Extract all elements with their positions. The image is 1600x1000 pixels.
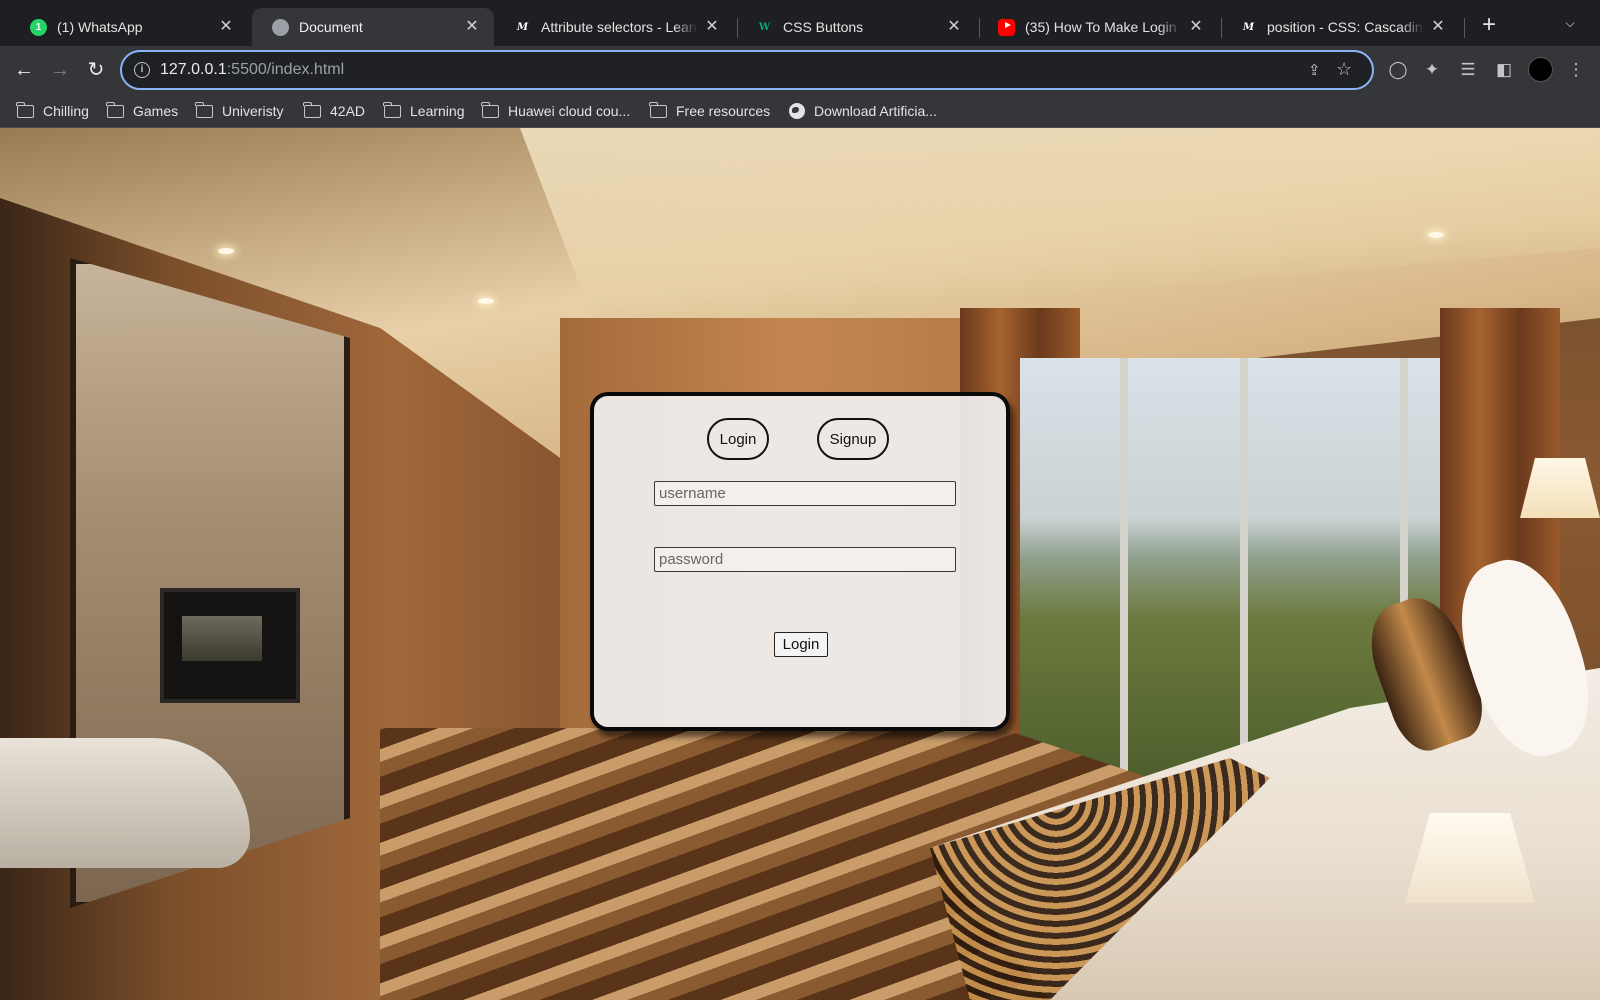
folder-icon [303, 101, 321, 118]
media-queue-icon[interactable]: ☰ [1456, 58, 1480, 82]
tab-separator [1464, 18, 1465, 38]
login-tab-button[interactable]: Login [707, 418, 769, 460]
bookmark-label: Free resources [676, 103, 771, 119]
background-window-frame [1240, 358, 1248, 778]
reload-icon[interactable]: ↻ [82, 56, 110, 84]
tab-attribute-selectors[interactable]: M Attribute selectors - Learn ✕ [494, 8, 734, 46]
bookmark-chilling[interactable]: Chilling [16, 101, 89, 121]
close-icon[interactable]: ✕ [218, 19, 234, 35]
folder-icon [481, 101, 499, 118]
tab-youtube[interactable]: (35) How To Make Login & ✕ [978, 8, 1218, 46]
background-downlight [478, 298, 494, 304]
tab-document[interactable]: Document ✕ [252, 8, 494, 46]
username-input[interactable] [654, 481, 956, 506]
bookmark-label: Games [133, 103, 179, 119]
bookmark-star-icon[interactable]: ☆ [1336, 59, 1352, 80]
bookmark-univeristy[interactable]: Univeristy [195, 101, 284, 121]
address-bar[interactable]: i 127.0.0.1:5500/index.html ⇪ ☆ [120, 50, 1374, 90]
bookmarks-bar: Chilling Games Univeristy 42AD Learning … [0, 94, 1600, 128]
new-tab-button[interactable]: + [1478, 13, 1500, 37]
tab-whatsapp[interactable]: 1 (1) WhatsApp ✕ [10, 8, 248, 46]
bookmark-download-artificial[interactable]: Download Artificia... [789, 101, 937, 121]
bookmark-label: Download Artificia... [814, 103, 937, 119]
close-icon[interactable]: ✕ [946, 19, 962, 35]
tab-title: (35) How To Make Login & [1025, 19, 1182, 35]
menu-kebab-icon[interactable]: ⋮ [1564, 58, 1588, 82]
tab-title: position - CSS: Cascading [1267, 19, 1424, 35]
tab-position-css[interactable]: M position - CSS: Cascading ✕ [1220, 8, 1460, 46]
close-icon[interactable]: ✕ [1188, 19, 1204, 35]
mdn-icon: M [1242, 21, 1255, 33]
close-icon[interactable]: ✕ [464, 19, 480, 35]
side-panel-icon[interactable]: ◧ [1492, 58, 1516, 82]
tab-css-buttons[interactable]: W CSS Buttons ✕ [736, 8, 976, 46]
bookmark-free-resources[interactable]: Free resources [649, 101, 771, 121]
bookmark-learning[interactable]: Learning [383, 101, 465, 121]
browser-toolbar: ← → ↻ i 127.0.0.1:5500/index.html ⇪ ☆ [0, 46, 1600, 94]
login-submit-button[interactable]: Login [774, 632, 828, 657]
folder-icon [383, 101, 401, 118]
bookmark-games[interactable]: Games [106, 101, 179, 121]
tab-title: Document [299, 19, 363, 35]
background-downlight [1428, 232, 1444, 238]
background-window-frame [1120, 358, 1128, 778]
youtube-icon [998, 18, 1015, 36]
folder-icon [195, 101, 213, 118]
tab-title: (1) WhatsApp [57, 19, 143, 35]
bookmark-label: Huawei cloud cou... [508, 103, 631, 119]
globe-icon [789, 103, 805, 119]
profile-avatar[interactable] [1528, 57, 1553, 82]
tab-strip: 1 (1) WhatsApp ✕ Document ✕ M Attribute … [0, 0, 1600, 46]
password-input[interactable] [654, 547, 956, 572]
tab-title: CSS Buttons [783, 19, 864, 35]
url-path: :5500/index.html [226, 61, 345, 78]
bookmark-label: 42AD [330, 103, 366, 119]
folder-icon [16, 101, 34, 118]
extensions-puzzle-icon[interactable]: ✦ [1420, 58, 1444, 82]
whatsapp-icon: 1 [30, 18, 47, 36]
bookmark-label: Learning [410, 103, 465, 119]
background-tv [160, 588, 300, 703]
folder-icon [106, 101, 124, 118]
site-info-icon[interactable]: i [134, 62, 150, 78]
bookmark-huawei-cloud[interactable]: Huawei cloud cou... [481, 101, 631, 121]
url-host: 127.0.0.1 [160, 61, 227, 78]
extension-link-icon[interactable]: ◯ [1386, 58, 1410, 82]
background-downlight [218, 248, 234, 254]
bookmark-42ad[interactable]: 42AD [303, 101, 366, 121]
close-icon[interactable]: ✕ [1430, 19, 1446, 35]
w3schools-icon: W [758, 21, 771, 33]
back-arrow-icon[interactable]: ← [10, 56, 38, 84]
tab-title: Attribute selectors - Learn [541, 19, 698, 35]
globe-icon [272, 18, 289, 36]
forward-arrow-icon[interactable]: → [46, 56, 74, 84]
bookmark-label: Chilling [43, 103, 89, 119]
page-viewport: Login Signup Login [0, 128, 1600, 1000]
share-icon[interactable]: ⇪ [1308, 61, 1321, 79]
bookmark-label: Univeristy [222, 103, 284, 119]
tab-search-chevron-icon[interactable]: ⌵ [1562, 16, 1578, 32]
close-icon[interactable]: ✕ [704, 19, 720, 35]
login-card: Login Signup Login [590, 392, 1010, 731]
url-text[interactable]: 127.0.0.1:5500/index.html [160, 61, 344, 79]
folder-icon [649, 101, 667, 118]
mdn-icon: M [516, 21, 529, 33]
signup-tab-button[interactable]: Signup [817, 418, 889, 460]
